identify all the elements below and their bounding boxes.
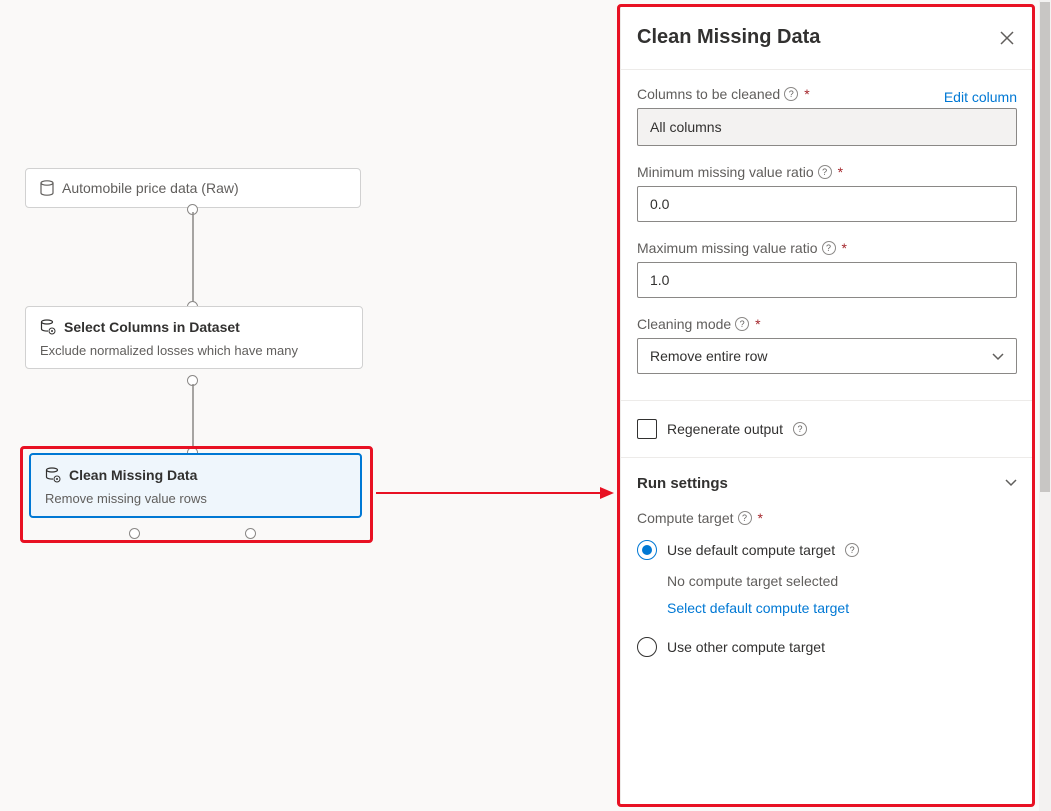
run-settings-toggle[interactable]: Run settings — [637, 474, 1017, 492]
info-icon[interactable]: ? — [818, 165, 832, 179]
node-title: Clean Missing Data — [69, 467, 197, 483]
max-ratio-input[interactable] — [637, 262, 1017, 298]
chevron-down-icon — [1005, 474, 1017, 492]
cleaning-mode-label: Cleaning mode — [637, 316, 731, 332]
columns-value-box[interactable]: All columns — [637, 108, 1017, 146]
info-icon[interactable]: ? — [784, 87, 798, 101]
regenerate-checkbox[interactable] — [637, 419, 657, 439]
output-port[interactable] — [245, 528, 256, 539]
required-asterisk: * — [758, 510, 763, 526]
max-ratio-label: Maximum missing value ratio — [637, 240, 818, 256]
edit-column-link[interactable]: Edit column — [944, 89, 1017, 105]
info-icon[interactable]: ? — [738, 511, 752, 525]
cleaning-mode-select[interactable]: Remove entire row — [637, 338, 1017, 374]
panel-title: Clean Missing Data — [637, 26, 820, 49]
output-port[interactable] — [129, 528, 140, 539]
info-icon[interactable]: ? — [845, 543, 859, 557]
node-automobile-data[interactable]: Automobile price data (Raw) — [25, 168, 361, 208]
node-title: Select Columns in Dataset — [64, 319, 240, 335]
chevron-down-icon — [992, 348, 1004, 364]
info-icon[interactable]: ? — [735, 317, 749, 331]
scrollbar-thumb[interactable] — [1040, 2, 1050, 492]
pipeline-canvas[interactable]: Automobile price data (Raw) Select Colum… — [0, 0, 620, 811]
database-gear-icon — [40, 319, 56, 335]
cleaning-mode-value: Remove entire row — [650, 348, 768, 364]
node-select-columns[interactable]: Select Columns in Dataset Exclude normal… — [25, 306, 363, 369]
required-asterisk: * — [842, 240, 847, 256]
node-clean-missing-data[interactable]: Clean Missing Data Remove missing value … — [29, 453, 362, 518]
properties-panel: Clean Missing Data Columns to be cleaned… — [620, 6, 1033, 806]
info-icon[interactable]: ? — [793, 422, 807, 436]
required-asterisk: * — [804, 86, 809, 102]
close-icon[interactable] — [997, 28, 1017, 48]
required-asterisk: * — [838, 164, 843, 180]
columns-label: Columns to be cleaned — [637, 86, 780, 102]
regenerate-label: Regenerate output — [667, 421, 783, 437]
connector — [190, 212, 204, 307]
node-title: Automobile price data (Raw) — [62, 180, 239, 196]
run-settings-title: Run settings — [637, 475, 728, 492]
node-description: Exclude normalized losses which have man… — [40, 339, 348, 360]
select-compute-link[interactable]: Select default compute target — [667, 595, 1017, 622]
info-icon[interactable]: ? — [822, 241, 836, 255]
node-description: Remove missing value rows — [45, 487, 346, 508]
radio-default-compute[interactable] — [637, 540, 657, 560]
database-icon — [40, 180, 54, 196]
min-ratio-label: Minimum missing value ratio — [637, 164, 814, 180]
min-ratio-input[interactable] — [637, 186, 1017, 222]
required-asterisk: * — [755, 316, 760, 332]
callout-arrow — [376, 492, 614, 494]
radio-other-label: Use other compute target — [667, 639, 825, 655]
database-gear-icon — [45, 467, 61, 483]
radio-default-label: Use default compute target — [667, 542, 835, 558]
scrollbar[interactable] — [1039, 0, 1051, 811]
connector — [190, 384, 196, 450]
radio-other-compute[interactable] — [637, 637, 657, 657]
compute-target-label: Compute target — [637, 510, 734, 526]
no-compute-text: No compute target selected — [667, 568, 1017, 595]
